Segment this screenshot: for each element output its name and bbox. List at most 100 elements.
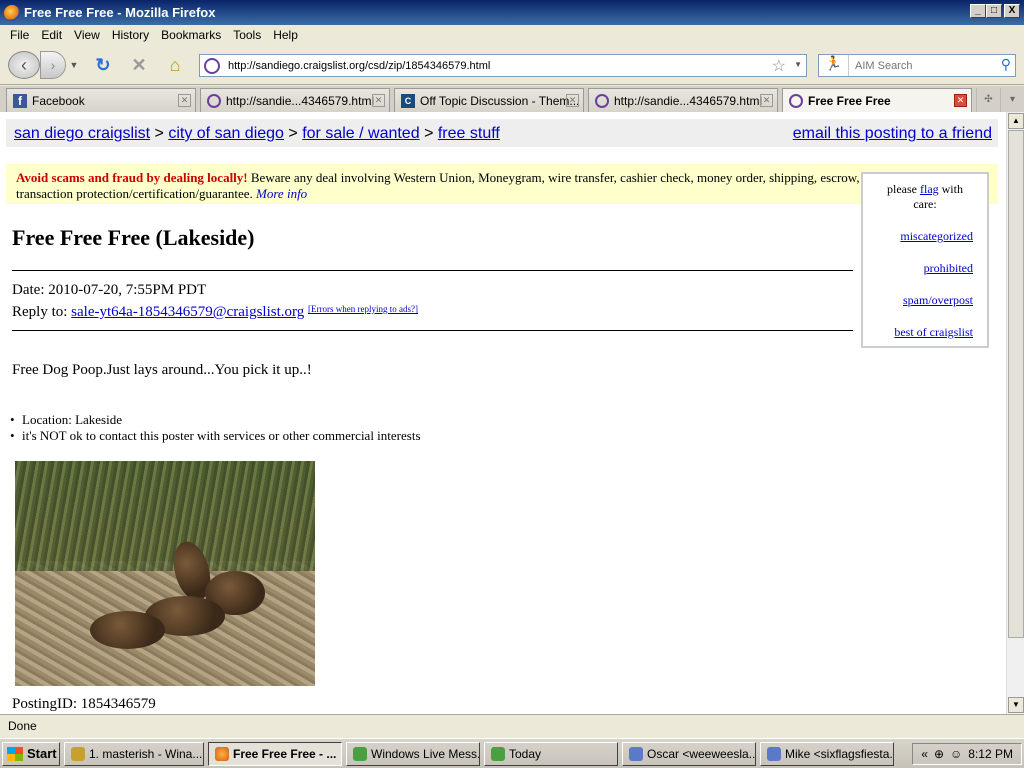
- breadcrumb: san diego craigslist > city of san diego…: [6, 119, 998, 147]
- forward-arrow-icon[interactable]: ›: [40, 51, 66, 79]
- reply-label: Reply to:: [12, 304, 72, 320]
- crumb-separator: >: [154, 125, 164, 142]
- tab-close-icon[interactable]: ✕: [954, 94, 967, 107]
- chat-icon: [767, 746, 781, 761]
- tab-bar: f Facebook ✕ http://sandie...4346579.htm…: [0, 86, 1024, 112]
- tab-craigslist-2[interactable]: http://sandie...4346579.html ✕: [588, 88, 778, 112]
- tab-facebook[interactable]: f Facebook ✕: [6, 88, 196, 112]
- taskbar: Start 1. masterish - Wina... Free Free F…: [0, 738, 1024, 768]
- network-icon[interactable]: ⊕: [934, 747, 944, 761]
- menu-bar: File Edit View History Bookmarks Tools H…: [0, 25, 1024, 45]
- flag-link[interactable]: flag: [920, 182, 939, 196]
- flag-heading: please flag with care:: [877, 182, 973, 212]
- scroll-up-icon[interactable]: ▲: [1008, 113, 1024, 129]
- tab-craigslist-1[interactable]: http://sandie...4346579.html ✕: [200, 88, 390, 112]
- aim-running-man-icon[interactable]: 🏃: [819, 55, 849, 76]
- flag-best-of-link[interactable]: best of craigslist: [877, 325, 973, 340]
- messenger-icon: [353, 746, 367, 761]
- status-bar: Done: [0, 714, 1024, 738]
- window-title: Free Free Free - Mozilla Firefox: [24, 5, 216, 20]
- search-bar[interactable]: 🏃 ⚲: [818, 54, 1016, 77]
- vertical-scrollbar[interactable]: ▲ ▼: [1006, 112, 1024, 714]
- divider: [12, 270, 853, 271]
- list-item: Location: Lakeside: [10, 412, 421, 428]
- url-input[interactable]: [228, 59, 768, 72]
- history-dropdown-icon[interactable]: ▼: [68, 51, 80, 79]
- status-text: Done: [8, 719, 37, 733]
- page-content: san diego craigslist > city of san diego…: [0, 112, 1006, 714]
- tab-close-icon[interactable]: ✕: [760, 94, 773, 107]
- flag-spam-link[interactable]: spam/overpost: [877, 293, 973, 308]
- flag-miscategorized-link[interactable]: miscategorized: [877, 229, 973, 244]
- more-info-link[interactable]: More info: [256, 186, 307, 201]
- menu-edit[interactable]: Edit: [41, 28, 62, 42]
- close-window-button[interactable]: X: [1004, 4, 1020, 18]
- list-item: it's NOT ok to contact this poster with …: [10, 428, 421, 444]
- taskbar-item-mike[interactable]: Mike <sixflagsfiesta...: [760, 741, 894, 766]
- posting-body: Free Dog Poop.Just lays around...You pic…: [12, 362, 312, 378]
- reload-icon[interactable]: ↻: [90, 51, 116, 79]
- menu-view[interactable]: View: [74, 28, 100, 42]
- tab-off-topic[interactable]: C Off Topic Discussion - Them... ✕: [394, 88, 584, 112]
- peace-icon: [789, 93, 803, 108]
- tab-label: http://sandie...4346579.html: [614, 93, 763, 108]
- crumb-separator: >: [288, 125, 298, 142]
- taskbar-item-firefox[interactable]: Free Free Free - ...: [208, 741, 342, 766]
- posting-title: Free Free Free (Lakeside): [12, 225, 255, 250]
- taskbar-label: Oscar <weeweesla...: [647, 746, 756, 761]
- menu-file[interactable]: File: [10, 28, 29, 42]
- taskbar-item-oscar[interactable]: Oscar <weeweesla...: [622, 741, 756, 766]
- bookmark-star-icon[interactable]: ☆: [772, 56, 786, 76]
- firefox-logo-icon: [4, 4, 20, 21]
- clock[interactable]: 8:12 PM: [968, 747, 1013, 761]
- maximize-button[interactable]: □: [986, 4, 1002, 18]
- stop-icon[interactable]: ✕: [126, 51, 152, 79]
- tab-close-icon[interactable]: ✕: [178, 94, 191, 107]
- start-button[interactable]: Start: [2, 741, 60, 766]
- tab-list-icon[interactable]: ▾: [1000, 88, 1024, 112]
- search-icon[interactable]: ⚲: [1001, 56, 1011, 73]
- window-titlebar: Free Free Free - Mozilla Firefox _ □ X: [0, 0, 1024, 25]
- home-icon[interactable]: ⌂: [162, 51, 188, 79]
- taskbar-label: Free Free Free - ...: [233, 746, 337, 761]
- flag-box: please flag with care: miscategorized pr…: [861, 172, 989, 348]
- tab-free-free-free[interactable]: Free Free Free ✕: [782, 88, 972, 112]
- start-label: Start: [27, 746, 57, 761]
- users-icon[interactable]: ☺: [950, 747, 962, 761]
- taskbar-label: Today: [509, 746, 542, 761]
- search-input[interactable]: [849, 59, 989, 72]
- taskbar-item-today[interactable]: Today: [484, 741, 618, 766]
- tab-close-icon[interactable]: ✕: [566, 94, 579, 107]
- url-dropdown-icon[interactable]: ▼: [794, 60, 802, 69]
- url-bar[interactable]: ☆ ▼: [199, 54, 807, 77]
- crumb-city[interactable]: city of san diego: [168, 125, 284, 142]
- reply-email-link[interactable]: sale-yt64a-1854346579@craigslist.org: [71, 304, 304, 320]
- scroll-down-icon[interactable]: ▼: [1008, 697, 1024, 713]
- tab-close-icon[interactable]: ✕: [372, 94, 385, 107]
- email-posting-link[interactable]: email this posting to a friend: [793, 125, 992, 143]
- back-arrow-icon[interactable]: ‹: [8, 51, 40, 79]
- winamp-icon: [71, 746, 85, 761]
- menu-help[interactable]: Help: [273, 28, 298, 42]
- tab-label: Off Topic Discussion - Them...: [420, 93, 580, 108]
- tab-label: Facebook: [32, 93, 85, 108]
- taskbar-item-messenger[interactable]: Windows Live Mess...: [346, 741, 480, 766]
- menu-bookmarks[interactable]: Bookmarks: [161, 28, 221, 42]
- system-tray: « ⊕ ☺ 8:12 PM: [912, 743, 1022, 765]
- menu-history[interactable]: History: [112, 28, 149, 42]
- minimize-button[interactable]: _: [970, 4, 986, 18]
- new-tab-icon[interactable]: ✣: [976, 88, 1000, 112]
- menu-tools[interactable]: Tools: [233, 28, 261, 42]
- posting-photo[interactable]: [15, 461, 315, 686]
- cc-icon: C: [401, 93, 415, 108]
- reply-errors-link[interactable]: [Errors when replying to ads?]: [308, 304, 418, 314]
- scroll-thumb[interactable]: [1008, 130, 1024, 638]
- crumb-for-sale[interactable]: for sale / wanted: [302, 125, 419, 142]
- taskbar-item-winamp[interactable]: 1. masterish - Wina...: [64, 741, 204, 766]
- flag-prohibited-link[interactable]: prohibited: [877, 261, 973, 276]
- facebook-icon: f: [13, 93, 27, 108]
- tab-label: http://sandie...4346579.html: [226, 93, 375, 108]
- tray-expand-icon[interactable]: «: [921, 747, 928, 761]
- crumb-free-stuff[interactable]: free stuff: [438, 125, 500, 142]
- crumb-san-diego[interactable]: san diego craigslist: [14, 125, 150, 142]
